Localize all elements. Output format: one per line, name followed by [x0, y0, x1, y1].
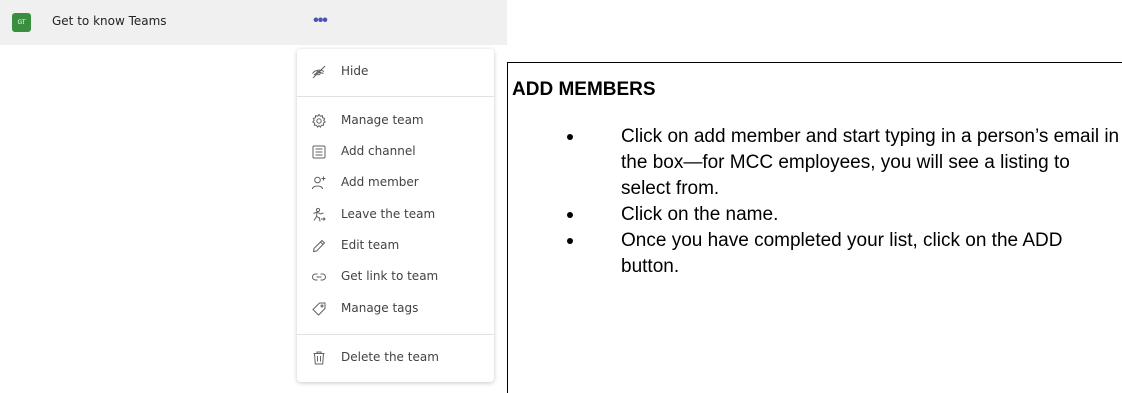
- menu-item-label: Delete the team: [341, 350, 439, 364]
- team-avatar: GT: [12, 13, 31, 32]
- list-item-text: Once you have completed your list, click…: [621, 230, 1063, 277]
- more-options-button[interactable]: •••: [307, 13, 333, 33]
- leave-icon: [311, 207, 327, 223]
- pencil-icon: [311, 238, 327, 254]
- menu-item-manage-team[interactable]: Manage team: [297, 107, 494, 135]
- menu-item-delete-team[interactable]: Delete the team: [297, 344, 494, 372]
- menu-item-edit-team[interactable]: Edit team: [297, 232, 494, 260]
- menu-item-add-member[interactable]: Add member: [297, 169, 494, 197]
- link-icon: [311, 269, 327, 285]
- hide-icon: [311, 64, 327, 80]
- list-item: Click on the name.: [564, 202, 1122, 228]
- menu-item-label: Hide: [341, 64, 369, 78]
- bullet-icon: [567, 238, 573, 244]
- menu-divider: [297, 334, 494, 335]
- tag-icon: [311, 301, 327, 317]
- menu-item-add-channel[interactable]: Add channel: [297, 138, 494, 166]
- instructions-panel: ADD MEMBERS Click on add member and star…: [507, 62, 1122, 393]
- team-context-menu: Hide Manage team Add channel Add member …: [297, 49, 494, 382]
- list-item: Once you have completed your list, click…: [564, 228, 1122, 280]
- menu-item-get-link[interactable]: Get link to team: [297, 263, 494, 291]
- gear-icon: [311, 113, 327, 129]
- trash-icon: [311, 350, 327, 366]
- menu-item-leave-team[interactable]: Leave the team: [297, 201, 494, 229]
- menu-item-label: Manage team: [341, 113, 424, 127]
- team-name[interactable]: Get to know Teams: [52, 14, 167, 28]
- panel-title: ADD MEMBERS: [512, 79, 656, 100]
- menu-item-label: Manage tags: [341, 301, 419, 315]
- list-item-text: Click on the name.: [621, 204, 779, 225]
- menu-item-label: Add member: [341, 175, 419, 189]
- team-row[interactable]: GT Get to know Teams •••: [0, 0, 507, 45]
- add-person-icon: [311, 175, 327, 191]
- menu-item-label: Get link to team: [341, 269, 439, 283]
- menu-item-label: Add channel: [341, 144, 416, 158]
- channel-icon: [311, 144, 327, 160]
- menu-item-hide[interactable]: Hide: [297, 58, 494, 86]
- instruction-list: Click on add member and start typing in …: [564, 124, 1122, 280]
- bullet-icon: [567, 212, 573, 218]
- list-item-text: Click on add member and start typing in …: [621, 126, 1120, 199]
- list-item: Click on add member and start typing in …: [564, 124, 1122, 202]
- menu-divider: [297, 96, 494, 97]
- menu-item-manage-tags[interactable]: Manage tags: [297, 295, 494, 323]
- menu-item-label: Leave the team: [341, 207, 436, 221]
- menu-item-label: Edit team: [341, 238, 400, 252]
- bullet-icon: [567, 134, 573, 140]
